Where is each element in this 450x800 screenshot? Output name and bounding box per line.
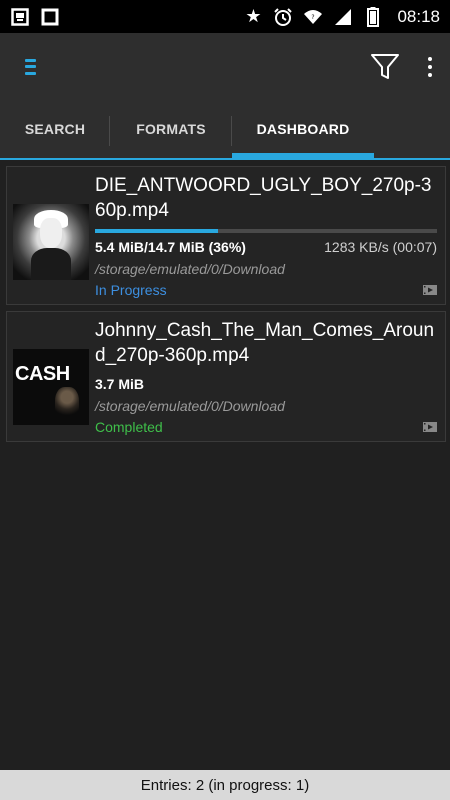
download-item[interactable]: DIE_ANTWOORD_UGLY_BOY_270p-360p.mp4 5.4 … [6,166,446,305]
clock: 08:18 [397,6,440,26]
status-label: In Progress [95,282,167,298]
video-thumbnail: CASH [13,349,89,425]
download-info: Johnny_Cash_The_Man_Comes_Around_270p-36… [93,318,437,435]
more-vert-icon[interactable] [424,56,436,77]
status-row: Completed [95,419,437,435]
screen: ★ ? 08:18 SEARCH FORMATS DASHBOARD DIE_A… [0,0,450,800]
video-file-icon [423,285,437,295]
download-item[interactable]: CASH Johnny_Cash_The_Man_Comes_Around_27… [6,311,446,442]
tab-bar: SEARCH FORMATS DASHBOARD [0,100,450,160]
app-toolbar [0,33,450,100]
thumbnail-text: CASH [15,363,70,385]
file-path: /storage/emulated/0/Download [95,398,285,414]
wifi-icon: ? [303,7,323,27]
alarm-icon [273,7,293,27]
file-path: /storage/emulated/0/Download [95,261,285,277]
status-bar-right: ★ ? 08:18 [243,6,440,27]
tab-search[interactable]: SEARCH [0,100,110,158]
progress-fill [95,229,219,233]
square-icon [40,7,60,27]
progress-bar [95,229,437,233]
star-icon: ★ [245,6,262,26]
download-speed: 1283 KB/s (00:07) [324,239,437,255]
video-thumbnail [13,204,89,280]
download-list: DIE_ANTWOORD_UGLY_BOY_270p-360p.mp4 5.4 … [6,166,446,448]
tab-label: FORMATS [136,121,206,137]
video-file-icon [423,422,437,432]
size-row: 5.4 MiB/14.7 MiB (36%) 1283 KB/s (00:07) [95,239,437,255]
download-info: DIE_ANTWOORD_UGLY_BOY_270p-360p.mp4 5.4 … [93,173,437,298]
file-name: Johnny_Cash_The_Man_Comes_Around_270p-36… [95,320,435,366]
signal-icon [333,7,353,27]
tab-label: SEARCH [24,121,86,137]
file-name: DIE_ANTWOORD_UGLY_BOY_270p-360p.mp4 [95,175,432,221]
file-size: 3.7 MiB [95,376,145,392]
tab-label: DASHBOARD [256,121,350,137]
status-label: Completed [95,419,163,435]
menu-icon[interactable] [22,56,44,78]
size-row: 3.7 MiB [95,376,437,392]
entries-footer: Entries: 2 (in progress: 1) [0,770,450,800]
screenshot-icon [10,7,30,27]
svg-text:?: ? [312,14,315,21]
file-size: 5.4 MiB/14.7 MiB (36%) [95,239,246,255]
tab-dashboard[interactable]: DASHBOARD [232,100,374,158]
filter-icon[interactable] [370,53,400,81]
status-bar: ★ ? 08:18 [0,0,450,33]
status-bar-left [10,7,60,27]
status-row: In Progress [95,282,437,298]
toolbar-actions [370,53,436,81]
tab-formats[interactable]: FORMATS [110,100,232,158]
entries-count: Entries: 2 (in progress: 1) [140,776,310,794]
battery-icon [363,6,383,27]
